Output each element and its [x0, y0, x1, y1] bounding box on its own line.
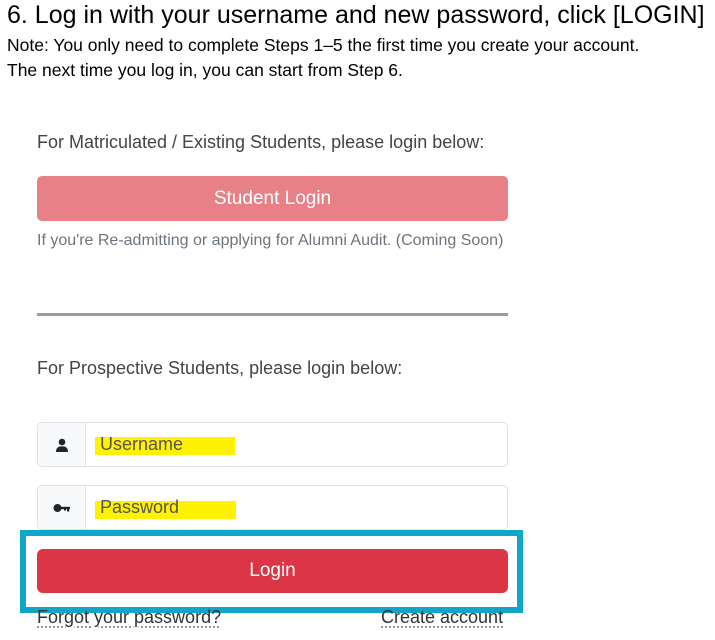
prospective-heading: For Prospective Students, please login b…	[37, 358, 403, 378]
note-line-2: The next time you log in, you can start …	[7, 60, 403, 80]
readmit-note: If you're Re-admitting or applying for A…	[37, 232, 504, 249]
password-input-group	[37, 485, 508, 530]
username-input[interactable]	[86, 423, 507, 466]
note-line-1: Note: You only need to complete Steps 1–…	[7, 35, 640, 55]
username-field-wrap	[86, 423, 507, 466]
password-field-wrap	[86, 486, 507, 529]
step-title: 6. Log in with your username and new pas…	[7, 1, 705, 29]
key-icon	[38, 486, 86, 529]
login-button[interactable]: Login	[37, 549, 508, 593]
user-icon	[38, 423, 86, 466]
matriculated-heading: For Matriculated / Existing Students, pl…	[37, 132, 485, 152]
create-account-link[interactable]: Create account	[381, 607, 503, 628]
password-input[interactable]	[86, 486, 507, 529]
student-login-button[interactable]: Student Login	[37, 176, 508, 221]
username-input-group	[37, 422, 508, 467]
instruction-note: Note: You only need to complete Steps 1–…	[7, 33, 639, 83]
section-divider	[37, 313, 508, 316]
forgot-password-link[interactable]: Forgot your password?	[37, 607, 221, 628]
